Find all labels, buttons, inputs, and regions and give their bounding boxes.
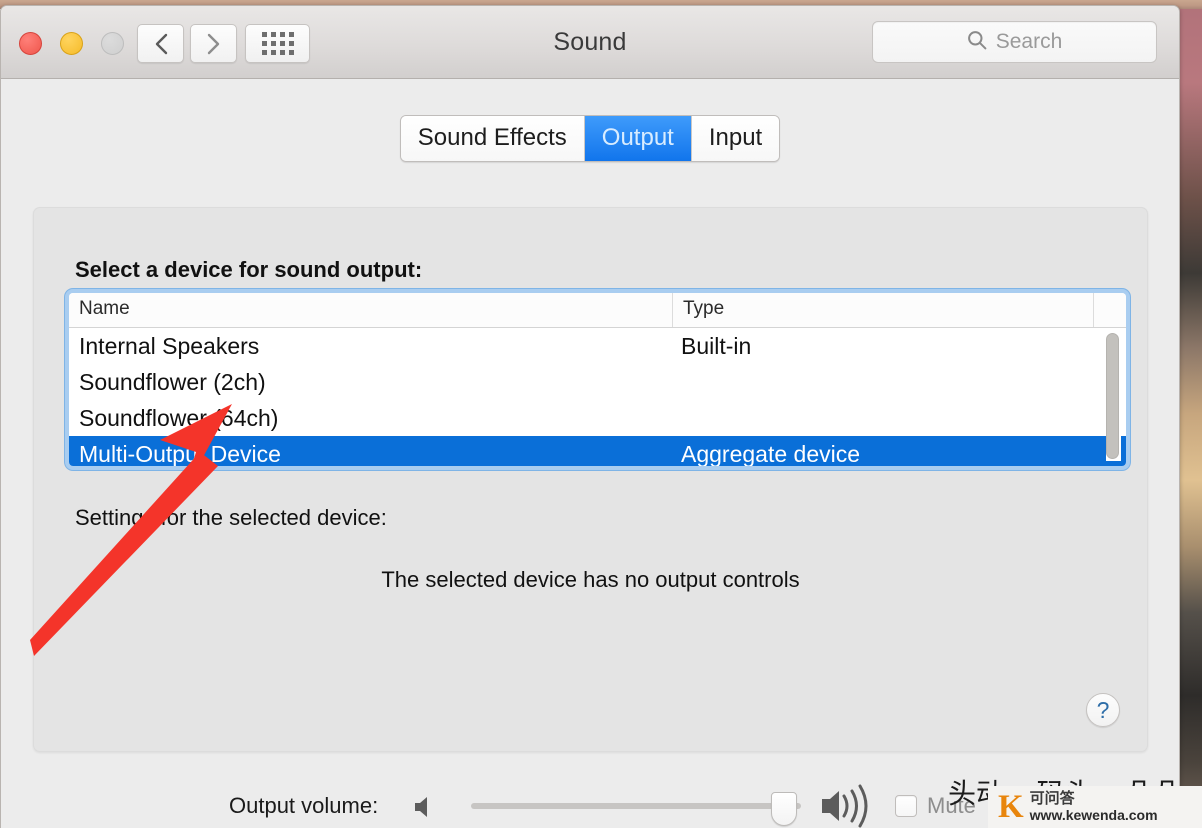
- device-list-header: Name Type: [69, 293, 1126, 328]
- window-title-text: Sound: [553, 28, 627, 56]
- window-titlebar: Sound Search: [1, 6, 1179, 79]
- speaker-low-icon: [411, 792, 441, 827]
- output-volume-label: Output volume:: [229, 793, 379, 818]
- tab-sound-effects-label: Sound Effects: [417, 124, 567, 151]
- watermark-letter: K: [998, 788, 1024, 825]
- table-row[interactable]: Soundflower (64ch): [69, 400, 1126, 436]
- tab-bar: Sound Effects Output Input: [1, 115, 1179, 162]
- preferences-body: Sound Effects Output Input Select a devi…: [1, 79, 1179, 828]
- tab-group: Sound Effects Output Input: [399, 115, 781, 162]
- tab-output-label: Output: [601, 124, 674, 151]
- help-button[interactable]: ?: [1086, 693, 1120, 727]
- tab-input-label: Input: [708, 124, 763, 151]
- search-icon: [967, 30, 987, 55]
- watermark-text: 可问答 www.kewenda.com: [1030, 791, 1158, 823]
- table-row[interactable]: Internal Speakers Built-in: [69, 328, 1126, 364]
- device-list[interactable]: Name Type Internal Speakers Built-in Sou…: [69, 293, 1126, 466]
- speaker-high-icon: [819, 783, 881, 828]
- column-header-name[interactable]: Name: [69, 293, 673, 327]
- search-field[interactable]: Search: [872, 21, 1157, 63]
- column-header-spacer: [1094, 293, 1126, 327]
- device-list-rows: Internal Speakers Built-in Soundflower (…: [69, 328, 1126, 466]
- watermark-logo: K 可问答 www.kewenda.com: [988, 786, 1202, 828]
- sound-preferences-window: Sound Search Sound Effects Output Input …: [0, 5, 1180, 828]
- device-name: Internal Speakers: [79, 332, 260, 359]
- device-name: Multi-Output Device: [79, 440, 281, 467]
- table-row-selected[interactable]: Multi-Output Device Aggregate device: [69, 436, 1126, 466]
- select-device-label: Select a device for sound output:: [75, 257, 423, 282]
- tab-input[interactable]: Input: [691, 116, 780, 161]
- device-name: Soundflower (64ch): [79, 404, 279, 431]
- search-placeholder: Search: [995, 30, 1063, 53]
- settings-for-device-label: Settings for the selected device:: [75, 505, 387, 530]
- watermark-brand-cn: 可问答: [1029, 790, 1075, 808]
- device-list-scrollbar[interactable]: [1106, 333, 1121, 461]
- tab-sound-effects[interactable]: Sound Effects: [400, 116, 585, 161]
- tab-output[interactable]: Output: [584, 116, 692, 161]
- table-row[interactable]: Soundflower (2ch): [69, 364, 1126, 400]
- mute-checkbox[interactable]: [895, 795, 917, 817]
- question-mark-icon: ?: [1096, 696, 1110, 723]
- scrollbar-thumb[interactable]: [1106, 333, 1119, 459]
- no-output-controls-message: The selected device has no output contro…: [381, 567, 800, 592]
- slider-thumb[interactable]: [771, 792, 797, 826]
- slider-track[interactable]: [471, 803, 801, 809]
- device-type: Aggregate device: [681, 440, 861, 467]
- device-name: Soundflower (2ch): [79, 368, 266, 395]
- column-header-type[interactable]: Type: [673, 293, 1094, 327]
- watermark-brand-url: www.kewenda.com: [1029, 806, 1158, 823]
- device-type: Built-in: [681, 332, 752, 359]
- output-pane: Select a device for sound output: Name T…: [33, 207, 1148, 752]
- screenshot-root: Sound Search Sound Effects Output Input …: [0, 0, 1202, 828]
